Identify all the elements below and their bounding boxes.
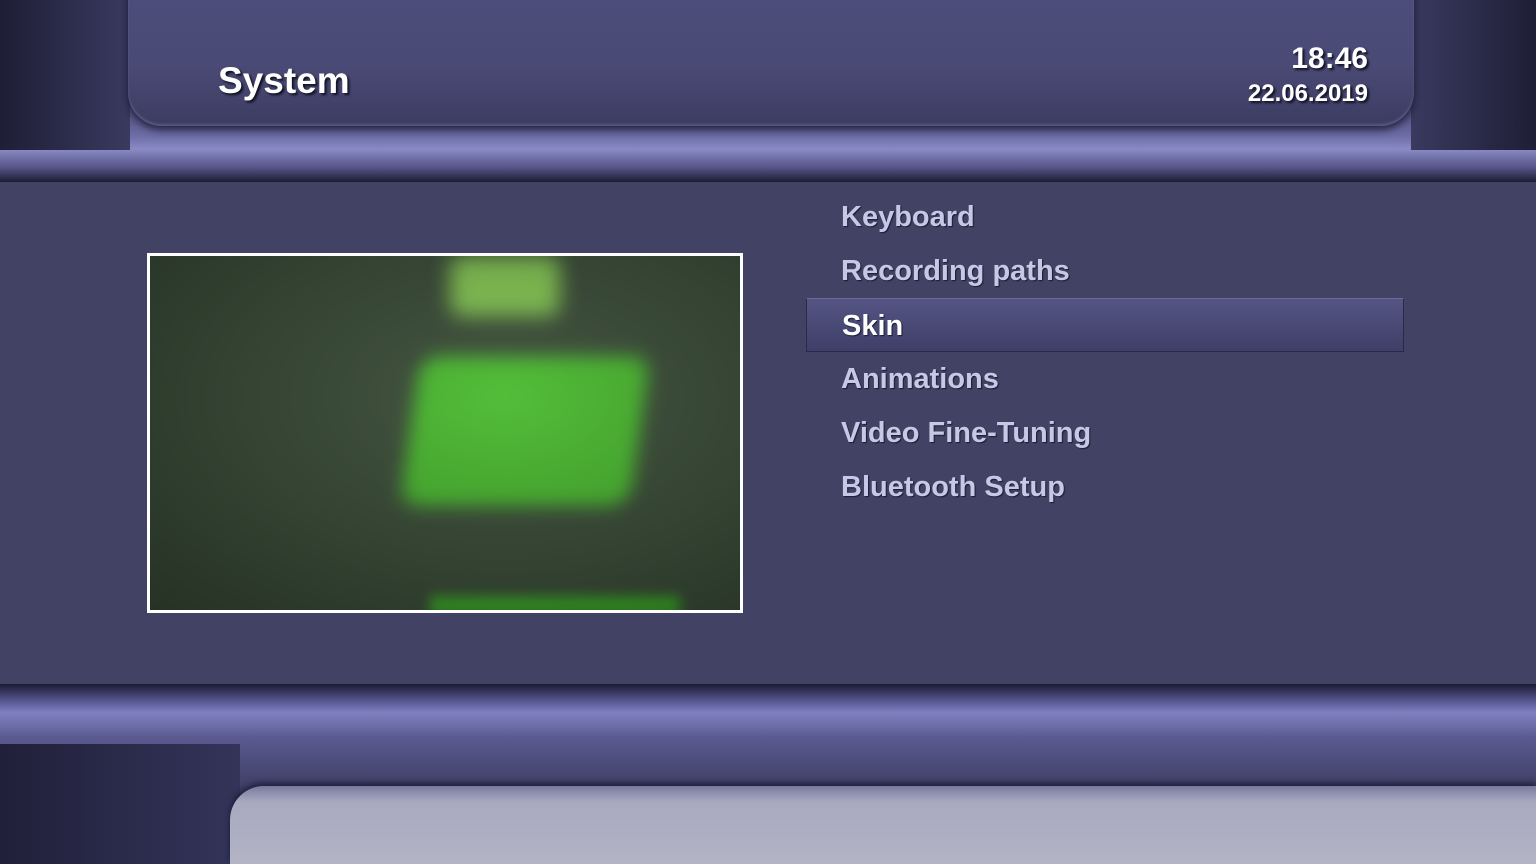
menu-item-recording-paths[interactable]: Recording paths — [806, 244, 1404, 298]
menu-item-bluetooth-setup[interactable]: Bluetooth Setup — [806, 460, 1404, 514]
menu-item-keyboard[interactable]: Keyboard — [806, 190, 1404, 244]
settings-menu: Keyboard Recording paths Skin Animations… — [806, 190, 1404, 514]
menu-item-skin[interactable]: Skin — [806, 298, 1404, 352]
menu-item-video-fine-tuning[interactable]: Video Fine-Tuning — [806, 406, 1404, 460]
bottom-panel — [230, 786, 1536, 864]
menu-item-animations[interactable]: Animations — [806, 352, 1404, 406]
video-content — [150, 256, 740, 610]
video-preview — [147, 253, 743, 613]
screen: System 18:46 22.06.2019 Keyboard Recordi… — [0, 0, 1536, 864]
clock-time: 18:46 — [1291, 42, 1368, 75]
clock-date: 22.06.2019 — [1247, 80, 1368, 107]
content-area: Keyboard Recording paths Skin Animations… — [0, 182, 1536, 684]
page-title: System — [218, 60, 350, 101]
